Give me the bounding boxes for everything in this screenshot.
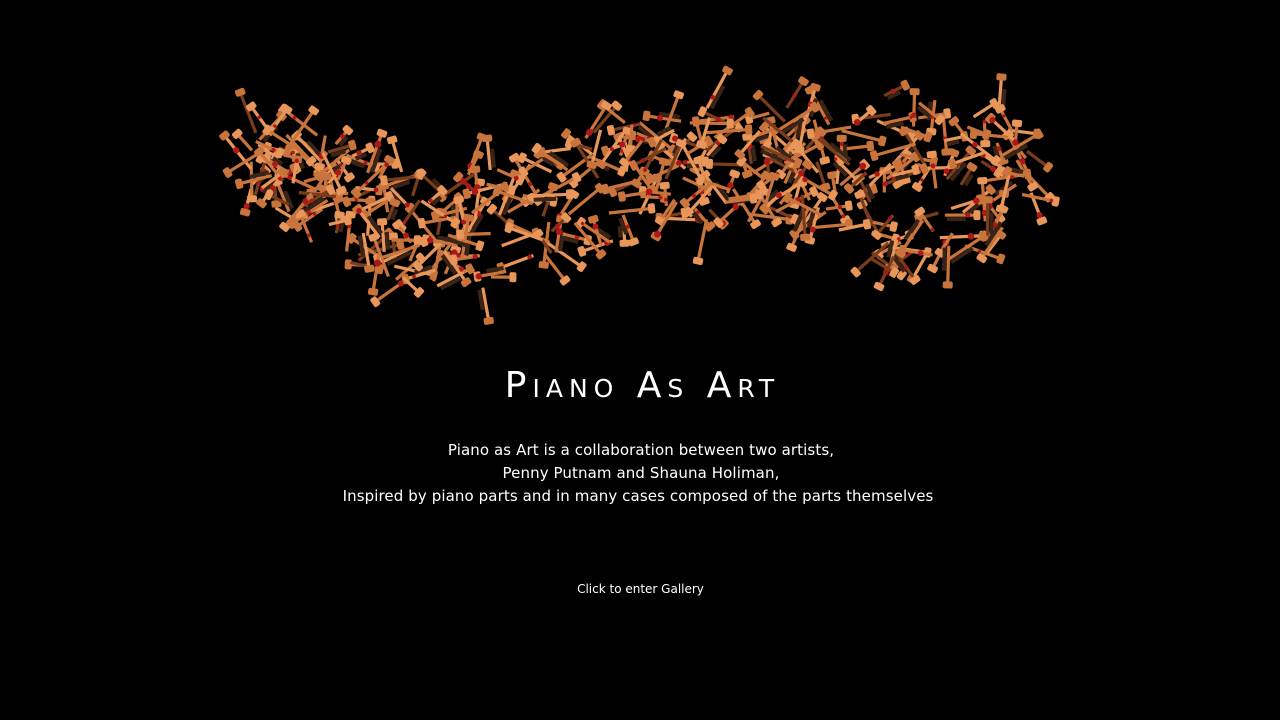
- description-line-2: Penny Putnam and Shauna Holiman,: [502, 464, 780, 482]
- description-line-3: Inspired by piano parts and in many case…: [342, 487, 934, 505]
- hero-image: [219, 56, 1060, 325]
- enter-gallery-link[interactable]: Click to enter Gallery: [576, 580, 705, 600]
- description-line-1: Piano as Art is a collaboration between …: [447, 441, 835, 459]
- piano-hammer-sculpture-image: [219, 65, 1060, 325]
- page-title: Piano As Art: [504, 365, 781, 406]
